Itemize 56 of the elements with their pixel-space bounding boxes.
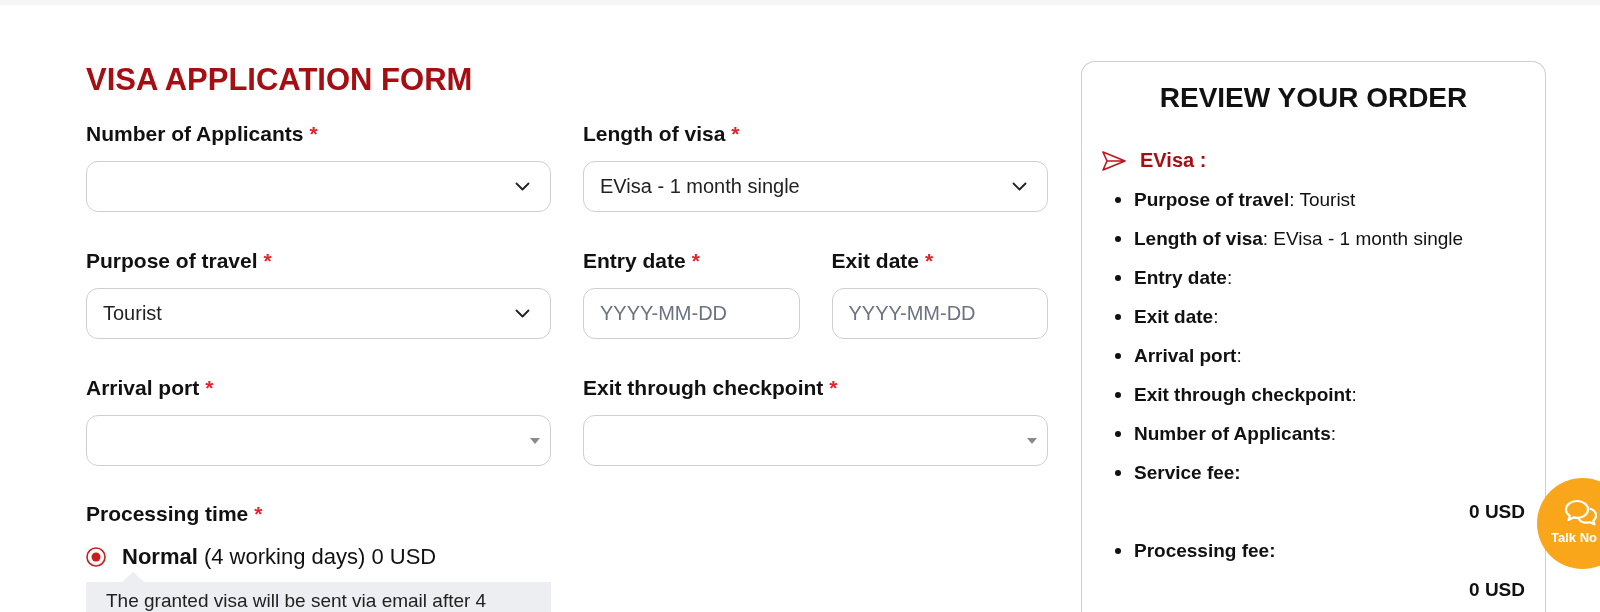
form-title: VISA APPLICATION FORM [86,62,474,98]
bullet-icon [1115,196,1121,203]
required-mark: * [309,122,318,145]
fee-label: Processing fee: [1134,539,1276,562]
chat-icon [1564,499,1598,527]
order-detail: Purpose of travel: Tourist [1134,188,1356,211]
dropdown-field[interactable]: Tourist [86,288,551,339]
dropdown-field[interactable]: EVisa - 1 month single [583,161,1048,212]
fee-amount: 0 USD [1469,500,1525,523]
field-label: Exit date [831,249,920,272]
section-heading: EVisa : [1140,149,1207,172]
caret-down-icon [1027,437,1037,444]
required-mark: * [263,249,272,272]
dropdown-field[interactable] [86,415,551,466]
caret-down-icon [530,437,540,444]
date-input-field[interactable]: YYYY-MM-DD [583,288,800,339]
field-label: Entry date [583,249,686,272]
order-detail: Length of visa: EVisa - 1 month single [1134,227,1464,250]
date-input-field[interactable]: YYYY-MM-DD [831,288,1048,339]
required-mark: * [829,376,838,399]
required-mark: * [254,502,263,525]
order-detail: Exit date: [1134,305,1219,328]
bullet-icon [1115,430,1121,437]
bullet-icon [1115,469,1121,476]
bullet-icon [1115,235,1121,242]
bullet-icon [1115,274,1121,281]
field-label: Arrival port [86,376,200,399]
fee-amount: 0 USD [1469,578,1525,601]
bullet-icon [1115,391,1121,398]
radio-button[interactable] [86,547,106,567]
dropdown-field[interactable] [583,415,1048,466]
field-label: Length of visa [583,122,726,145]
field-label: Purpose of travel [86,249,258,272]
required-mark: * [731,122,740,145]
chevron-down-icon [515,309,530,318]
chevron-down-icon [1012,182,1027,191]
dropdown-field[interactable] [86,161,551,212]
order-detail: Number of Applicants: [1134,422,1336,445]
order-detail: Entry date: [1134,266,1233,289]
required-mark: * [691,249,700,272]
field-label: Number of Applicants [86,122,304,145]
required-mark: * [205,376,214,399]
field-label: Exit through checkpoint [583,376,824,399]
bullet-icon [1115,547,1121,554]
order-summary-title: REVIEW YOUR ORDER [1158,81,1469,115]
paper-plane-icon [1102,150,1126,171]
chevron-down-icon [515,182,530,191]
bullet-icon [1115,313,1121,320]
required-mark: * [925,249,934,272]
order-detail: Arrival port: [1134,344,1242,367]
info-text: The granted visa will be sent via email after 4 [105,589,488,612]
order-detail: Exit through checkpoint: [1134,383,1357,406]
option-label: Normal (4 working days) 0 USD [122,544,437,570]
field-label: Processing time [86,502,249,525]
fee-label: Service fee: [1134,461,1241,484]
bullet-icon [1115,352,1121,359]
